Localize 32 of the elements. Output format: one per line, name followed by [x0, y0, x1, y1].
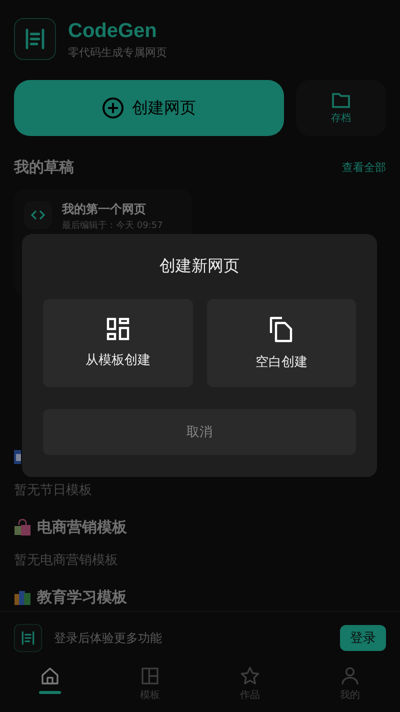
section-title: 我的草稿: [14, 158, 74, 177]
copy-icon: [269, 316, 294, 342]
shopping-bag-icon: [14, 518, 31, 536]
logo-icon: [14, 624, 42, 652]
home-icon: [40, 666, 60, 686]
template-grid-icon: [106, 317, 130, 341]
cancel-button[interactable]: 取消: [43, 409, 356, 455]
template-section-title: 电商营销模板: [37, 518, 127, 536]
create-option-button[interactable]: 空白创建: [206, 299, 356, 387]
layout-icon: [140, 666, 160, 686]
calendar-icon: [14, 450, 21, 464]
app-title: CodeGen: [68, 18, 158, 42]
person-icon: [340, 666, 360, 686]
create-page-button[interactable]: 创建网页: [14, 80, 284, 136]
empty-message: 暂无节日模板: [14, 482, 93, 499]
plus-circle-icon: [102, 97, 124, 119]
template-section-title: 教育学习模板: [37, 588, 127, 606]
books-icon: [14, 588, 31, 606]
archive-button[interactable]: 存档: [296, 80, 386, 136]
logo-icon: [14, 18, 56, 60]
folder-icon: [332, 92, 350, 108]
dialog-title: 创建新网页: [158, 256, 240, 277]
create-option-button[interactable]: 从模板创建: [43, 299, 192, 387]
draft-edited-time: 最后编辑于：今天 09:57: [62, 220, 163, 232]
star-icon: [240, 666, 260, 686]
login-prompt: 登录后体验更多功能: [54, 630, 163, 646]
app-subtitle: 零代码生成专属网页: [68, 44, 167, 60]
draft-name: 我的第一个网页: [62, 201, 147, 218]
login-button[interactable]: 登录: [340, 625, 386, 651]
view-all-link[interactable]: 查看全部: [342, 160, 386, 175]
empty-message: 暂无电商营销模板: [14, 552, 119, 569]
active-indicator: [39, 691, 61, 694]
